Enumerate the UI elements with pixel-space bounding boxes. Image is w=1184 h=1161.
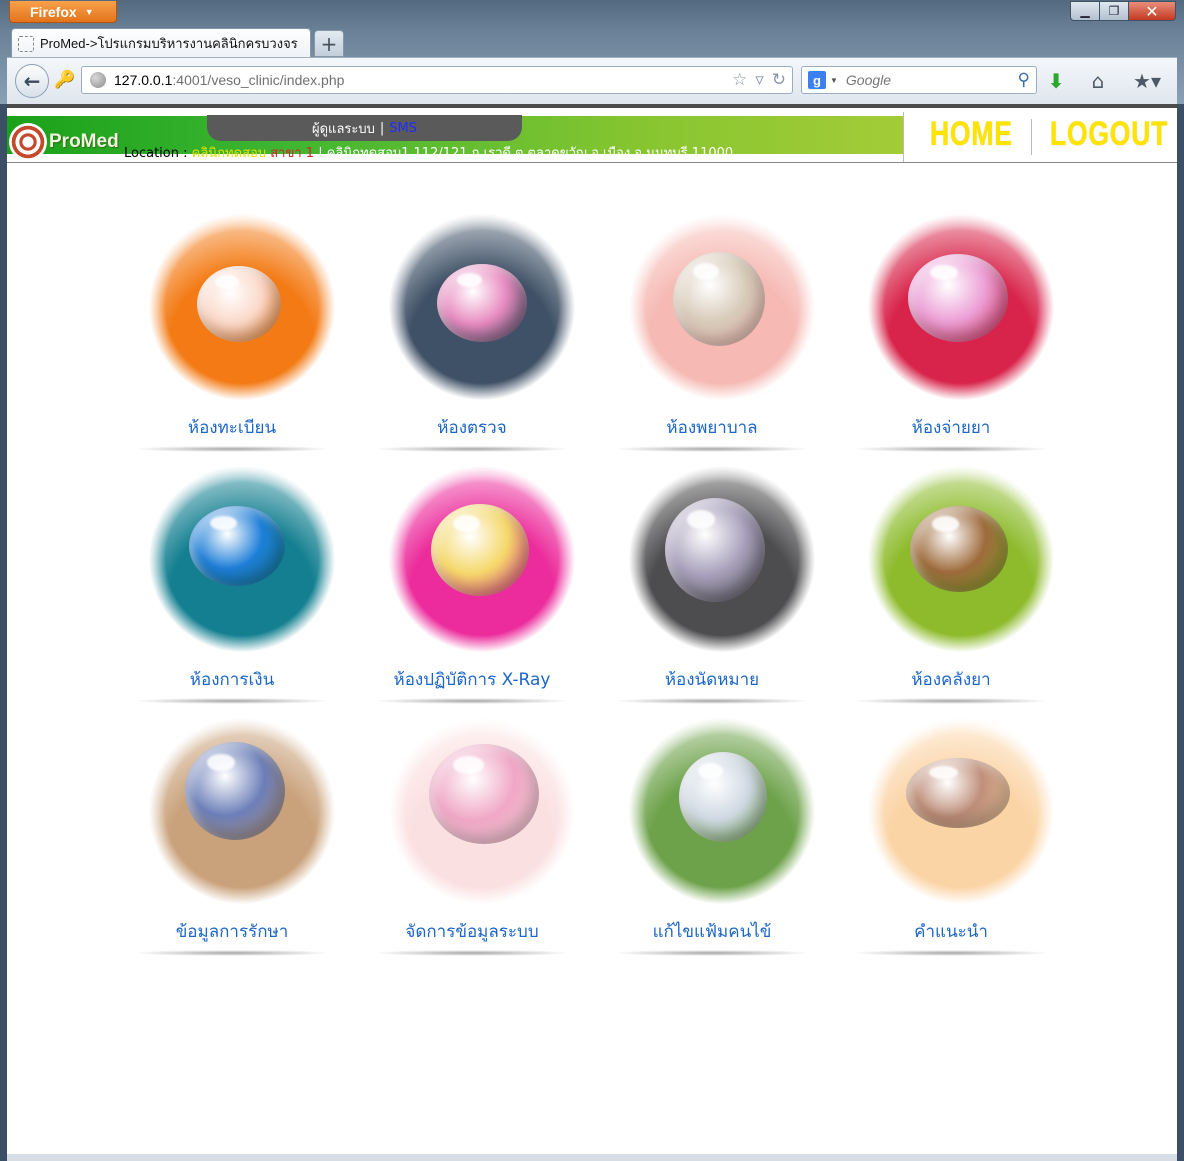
menu-item[interactable]: ข้อมูลการรักษา (122, 718, 342, 958)
url-host: 127.0.0.1 (114, 72, 173, 88)
reload-icon[interactable]: ↻ (772, 70, 786, 90)
menu-item-label[interactable]: ห้องตรวจ (362, 414, 582, 441)
menu-item-label[interactable]: ห้องนัดหมาย (602, 666, 822, 693)
close-window-button[interactable]: ✕ (1128, 1, 1176, 21)
drop-highlight (197, 266, 281, 342)
tab-promed[interactable]: ProMed->โปรแกรมบริหารงานคลินิกครบวงจร (11, 28, 311, 58)
menu-item[interactable]: ห้องนัดหมาย (602, 466, 822, 706)
search-icon[interactable]: ⚲ (1018, 70, 1030, 90)
plus-icon: + (320, 31, 338, 56)
search-placeholder: Google (845, 72, 892, 88)
item-shadow (612, 698, 812, 704)
item-shadow (851, 698, 1051, 704)
water-drop-icon[interactable] (149, 466, 335, 652)
menu-item-label[interactable]: ห้องทะเบียน (122, 414, 342, 441)
menu-item[interactable]: จัดการข้อมูลระบบ (362, 718, 582, 958)
menu-item[interactable]: ห้องคลังยา (841, 466, 1061, 706)
menu-grid: ห้องทะเบียน ห้องตรวจ ห้องพยาบาล ห้องจ่ายยาห… (7, 108, 1177, 1154)
water-drop-icon[interactable] (389, 214, 575, 400)
minimize-button[interactable]: ▁ (1070, 1, 1100, 21)
back-arrow-icon: ← (23, 69, 41, 93)
maximize-button[interactable]: ❐ (1099, 1, 1129, 21)
drop-highlight (185, 742, 285, 840)
page-content: ผู้ดูแลระบบ | SMS ProMed Location : คลิน… (7, 104, 1177, 1154)
url-path: :4001/veso_clinic/index.php (172, 72, 345, 88)
drop-highlight (908, 254, 1008, 342)
water-drop-icon[interactable] (629, 214, 815, 400)
drop-highlight (910, 506, 1008, 592)
menu-item[interactable]: คำแนะนำ (841, 718, 1061, 958)
item-shadow (372, 446, 572, 452)
window-controls: ▁ ❐ ✕ (1070, 1, 1176, 21)
google-icon[interactable]: g (808, 71, 826, 89)
drop-highlight (673, 252, 765, 346)
water-drop-icon[interactable] (389, 718, 575, 904)
back-button[interactable]: ← (15, 64, 49, 98)
bookmarks-icon[interactable]: ★▾ (1127, 68, 1167, 94)
menu-item-label[interactable]: ห้องพยาบาล (602, 414, 822, 441)
item-shadow (612, 950, 812, 956)
menu-item-label[interactable]: ห้องคลังยา (841, 666, 1061, 693)
menu-item-label[interactable]: ห้องจ่ายยา (841, 414, 1061, 441)
item-shadow (132, 698, 332, 704)
globe-icon (90, 72, 106, 88)
menu-item[interactable]: ห้องการเงิน (122, 466, 342, 706)
menu-item[interactable]: ห้องตรวจ (362, 214, 582, 454)
water-drop-icon[interactable] (868, 718, 1054, 904)
minimize-icon: ▁ (1080, 4, 1090, 18)
water-drop-icon[interactable] (629, 718, 815, 904)
address-bar[interactable]: 127.0.0.1:4001/veso_clinic/index.php ☆ ▿… (81, 66, 793, 94)
drop-highlight (437, 264, 527, 342)
window-bottom-border (7, 1154, 1177, 1161)
download-icon[interactable]: ⬇ (1043, 68, 1069, 94)
water-drop-icon[interactable] (149, 214, 335, 400)
menu-item-label[interactable]: ข้อมูลการรักษา (122, 918, 342, 945)
close-icon: ✕ (1145, 1, 1159, 21)
firefox-menu-button[interactable]: Firefox ▼ (9, 1, 117, 23)
item-shadow (132, 446, 332, 452)
menu-item[interactable]: ห้องจ่ายยา (841, 214, 1061, 454)
caret-down-icon: ▼ (84, 6, 94, 17)
item-shadow (132, 950, 332, 956)
new-tab-button[interactable]: + (314, 30, 344, 57)
firefox-menu-label: Firefox (30, 3, 77, 20)
menu-item-label[interactable]: แก้ไขแฟ้มคนไข้ (602, 918, 822, 945)
item-shadow (612, 446, 812, 452)
drop-highlight (665, 498, 765, 602)
home-icon[interactable]: ⌂ (1085, 68, 1111, 94)
key-icon[interactable]: 🔑 (53, 68, 77, 92)
dropdown-icon[interactable]: ▿ (755, 70, 764, 90)
drop-highlight (431, 504, 529, 596)
bookmark-star-icon[interactable]: ☆ (732, 70, 747, 90)
water-drop-icon[interactable] (629, 466, 815, 652)
menu-item[interactable]: ห้องทะเบียน (122, 214, 342, 454)
menu-item-label[interactable]: ห้องปฏิบัติการ X-Ray (362, 666, 582, 693)
menu-item[interactable]: ห้องปฏิบัติการ X-Ray (362, 466, 582, 706)
tab-title: ProMed->โปรแกรมบริหารงานคลินิกครบวงจร (40, 36, 298, 51)
item-shadow (372, 950, 572, 956)
item-shadow (372, 698, 572, 704)
water-drop-icon[interactable] (149, 718, 335, 904)
favicon-icon (18, 35, 34, 52)
water-drop-icon[interactable] (868, 214, 1054, 400)
menu-item[interactable]: แก้ไขแฟ้มคนไข้ (602, 718, 822, 958)
water-drop-icon[interactable] (389, 466, 575, 652)
menu-item-label[interactable]: คำแนะนำ (841, 918, 1061, 945)
maximize-icon: ❐ (1108, 4, 1120, 18)
menu-item-label[interactable]: จัดการข้อมูลระบบ (362, 918, 582, 945)
item-shadow (851, 446, 1051, 452)
navigation-toolbar: ← 🔑 127.0.0.1:4001/veso_clinic/index.php… (7, 57, 1177, 104)
caret-down-icon[interactable]: ▼ (830, 76, 838, 85)
menu-item-label[interactable]: ห้องการเงิน (122, 666, 342, 693)
drop-highlight (906, 758, 1010, 828)
menu-item[interactable]: ห้องพยาบาล (602, 214, 822, 454)
drop-highlight (429, 744, 539, 844)
drop-highlight (679, 752, 767, 842)
drop-highlight (189, 506, 285, 586)
search-bar[interactable]: g ▼ Google ⚲ (801, 66, 1037, 94)
item-shadow (851, 950, 1051, 956)
water-drop-icon[interactable] (868, 466, 1054, 652)
